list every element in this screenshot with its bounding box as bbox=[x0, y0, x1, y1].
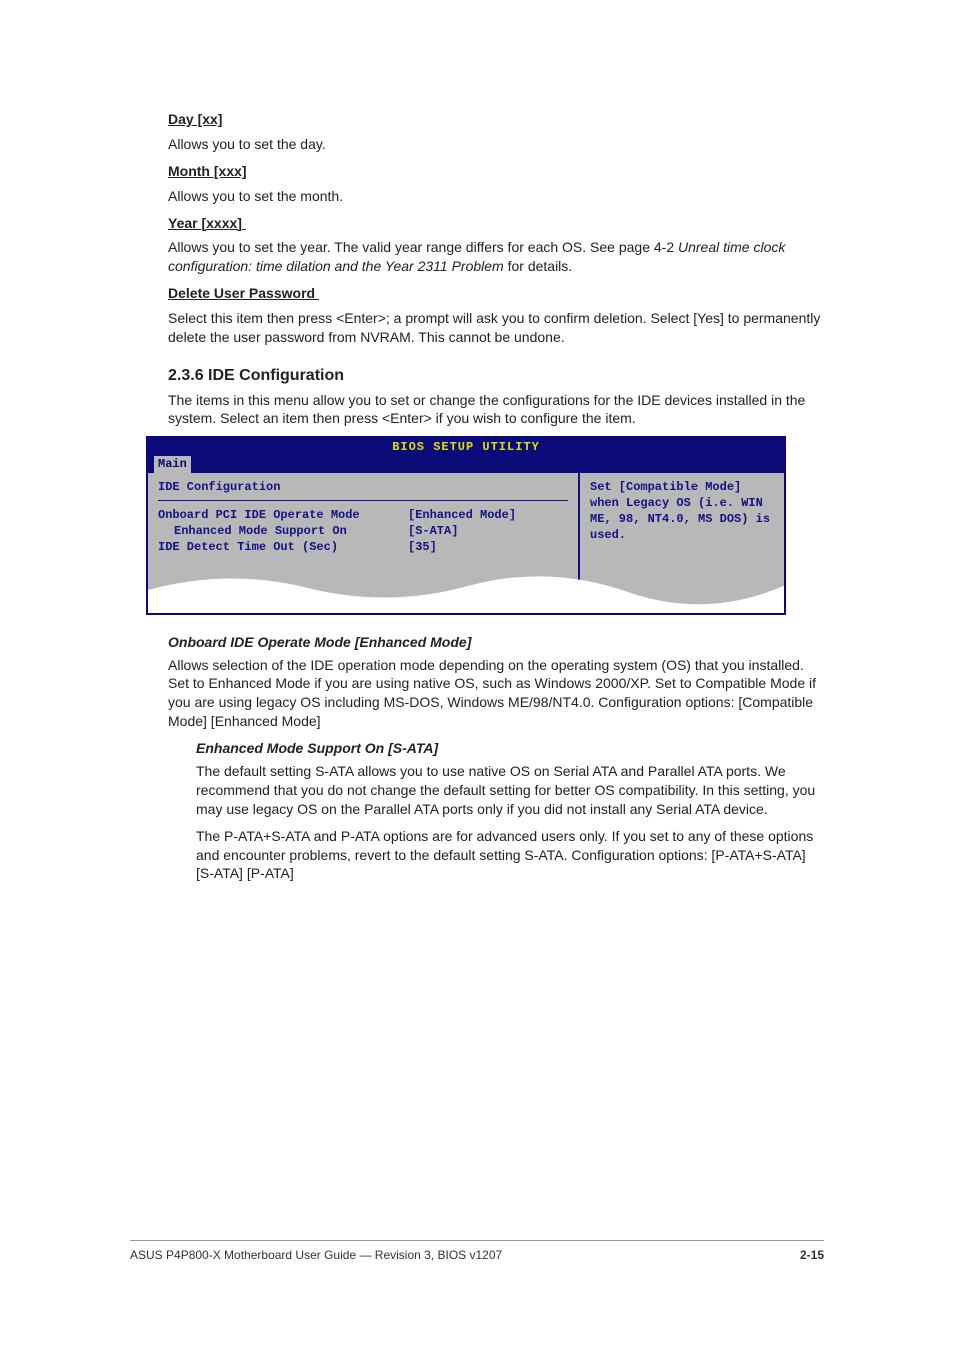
bios-left-pane: IDE Configuration Onboard PCI IDE Operat… bbox=[148, 473, 578, 613]
year-body-suffix: for details. bbox=[508, 258, 573, 274]
day-body: Allows you to set the day. bbox=[168, 135, 826, 154]
bios-row: IDE Detect Time Out (Sec) [35] bbox=[158, 539, 568, 555]
bios-tab-bar: Main bbox=[148, 456, 784, 472]
year-title: Year [xxxx] bbox=[168, 214, 826, 233]
ext-marker-icon bbox=[246, 220, 254, 228]
pci-ide-title: Onboard IDE Operate Mode [Enhanced Mode] bbox=[168, 633, 826, 652]
day-title: Day [xx] bbox=[168, 110, 826, 129]
enh-support-body1: The default setting S-ATA allows you to … bbox=[196, 762, 826, 819]
bios-tab-main: Main bbox=[154, 456, 191, 472]
month-title: Month [xxx] bbox=[168, 162, 826, 181]
ide-config-heading: 2.3.6 IDE Configuration bbox=[168, 365, 826, 387]
bios-row-value: [Enhanced Mode] bbox=[408, 507, 516, 523]
ext-marker-icon bbox=[319, 290, 327, 298]
year-body-prefix: Allows you to set the year. The valid ye… bbox=[168, 239, 678, 255]
enh-support-title: Enhanced Mode Support On [S-ATA] bbox=[196, 739, 826, 758]
bios-row: Onboard PCI IDE Operate Mode [Enhanced M… bbox=[158, 507, 568, 523]
footer-page-number: 2-15 bbox=[800, 1248, 824, 1262]
bios-screenshot: BIOS SETUP UTILITY Main IDE Configuratio… bbox=[146, 436, 786, 614]
delete-pw-body: Select this item then press <Enter>; a p… bbox=[168, 309, 826, 347]
bios-row-value: [35] bbox=[408, 539, 437, 555]
month-body: Allows you to set the month. bbox=[168, 187, 826, 206]
footer-manual: ASUS P4P800-X Motherboard User Guide — R… bbox=[130, 1247, 502, 1263]
bios-row-value: [S-ATA] bbox=[408, 523, 458, 539]
bios-row: Enhanced Mode Support On [S-ATA] bbox=[158, 523, 568, 539]
bios-hr bbox=[158, 500, 568, 501]
page-footer: ASUS P4P800-X Motherboard User Guide — R… bbox=[130, 1240, 824, 1263]
bios-row-label: Enhanced Mode Support On bbox=[158, 523, 408, 539]
ide-config-body: The items in this menu allow you to set … bbox=[168, 391, 826, 429]
bios-row-label: Onboard PCI IDE Operate Mode bbox=[158, 507, 408, 523]
year-body: Allows you to set the year. The valid ye… bbox=[168, 238, 826, 276]
bios-right-pane: Set [Compatible Mode] when Legacy OS (i.… bbox=[580, 473, 784, 613]
bios-title: BIOS SETUP UTILITY bbox=[148, 438, 784, 456]
enh-support-body2: The P-ATA+S-ATA and P-ATA options are fo… bbox=[196, 827, 826, 884]
bios-row-label: IDE Detect Time Out (Sec) bbox=[158, 539, 408, 555]
delete-pw-title-text: Delete User Password bbox=[168, 285, 315, 301]
bios-config-title: IDE Configuration bbox=[158, 479, 568, 495]
year-title-text: Year [xxxx] bbox=[168, 215, 242, 231]
delete-pw-title: Delete User Password bbox=[168, 284, 826, 303]
pci-ide-body: Allows selection of the IDE operation mo… bbox=[168, 656, 826, 732]
